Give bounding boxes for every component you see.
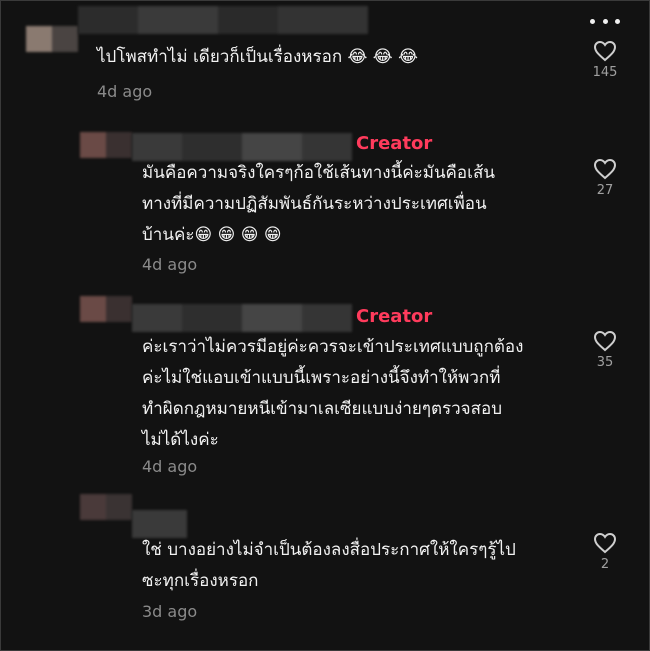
comment-text: ใช่ บางอย่างไม่จำเป็นต้องลงสื่อประกาศให้…: [142, 540, 516, 591]
avatar[interactable]: [80, 494, 132, 520]
avatar[interactable]: [80, 132, 132, 158]
avatar[interactable]: [80, 296, 132, 322]
heart-icon[interactable]: [593, 330, 617, 352]
like-count: 145: [592, 65, 618, 80]
comment-text: ไปโพสทำไม่ เดียวก็เป็นเรื่องหรอก 😂 😂 😂: [97, 47, 418, 67]
heart-icon[interactable]: [593, 532, 617, 554]
heart-icon[interactable]: [593, 40, 617, 62]
more-dots-icon[interactable]: [590, 16, 620, 26]
avatar[interactable]: [26, 26, 78, 52]
comment-text: มันคือความจริงใครๆก้อใช้เส้นทางนี้ค่ะมัน…: [142, 163, 495, 245]
like-button[interactable]: 27: [585, 158, 625, 198]
creator-badge: Creator: [356, 133, 433, 154]
username-blurred[interactable]: [132, 133, 352, 161]
username-blurred[interactable]: [132, 304, 352, 332]
like-button[interactable]: 35: [585, 330, 625, 370]
like-button[interactable]: 145: [585, 40, 625, 80]
username-blurred[interactable]: [78, 6, 368, 34]
comment-time: 4d ago: [142, 255, 198, 274]
heart-icon[interactable]: [593, 158, 617, 180]
comment-time: 4d ago: [142, 457, 198, 476]
comment-text: ค่ะเราว่าไม่ควรมีอยู่ค่ะควรจะเข้าประเทศแ…: [142, 337, 524, 450]
like-button[interactable]: 2: [585, 532, 625, 572]
username-blurred[interactable]: [132, 510, 187, 538]
like-count: 35: [596, 355, 614, 370]
comment-time: 4d ago: [97, 82, 153, 101]
comment-time: 3d ago: [142, 602, 198, 621]
like-count: 2: [600, 557, 610, 572]
like-count: 27: [596, 183, 614, 198]
creator-badge: Creator: [356, 306, 433, 327]
